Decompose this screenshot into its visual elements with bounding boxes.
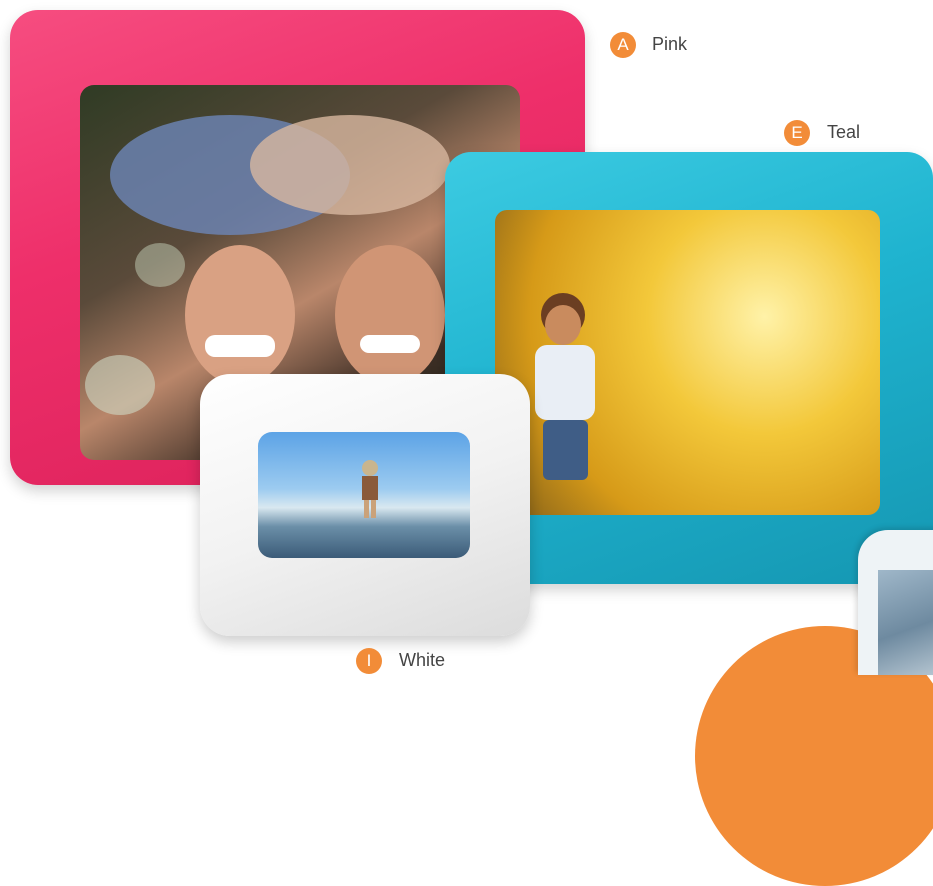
white-frame	[200, 374, 530, 636]
option-i-badge: I	[356, 648, 382, 674]
partial-frame	[858, 530, 933, 675]
white-frame-photo	[258, 432, 470, 558]
option-i-label: White	[399, 650, 446, 670]
option-a-badge: A	[610, 32, 636, 58]
teal-frame-photo	[495, 210, 880, 515]
option-e-badge: E	[784, 120, 810, 146]
option-e-label: Teal	[827, 122, 861, 142]
option-a-label: Pink	[652, 34, 688, 54]
